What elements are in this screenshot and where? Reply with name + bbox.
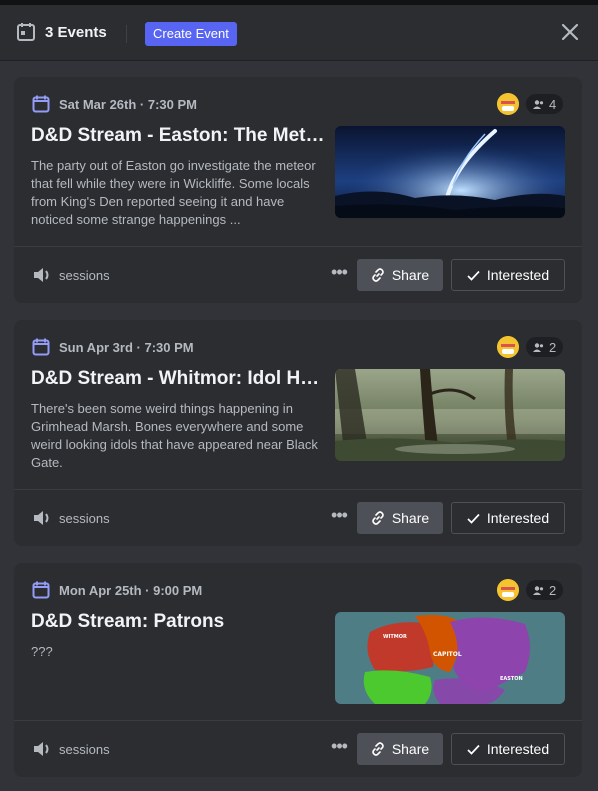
meteor-night-sky-image xyxy=(335,126,565,218)
share-button[interactable]: Share xyxy=(357,733,443,765)
events-header: 3 Events Create Event xyxy=(0,5,598,61)
people-icon xyxy=(533,342,544,352)
close-icon[interactable] xyxy=(558,20,582,44)
share-button[interactable]: Share xyxy=(357,502,443,534)
link-icon xyxy=(372,742,384,756)
more-options-button[interactable]: ••• xyxy=(329,506,349,529)
link-icon xyxy=(372,268,384,282)
avatar xyxy=(497,336,519,358)
interested-count-badge: 4 xyxy=(526,94,564,114)
map-label-center: CAPITOL xyxy=(433,651,462,658)
header-divider xyxy=(126,25,127,43)
channel-label[interactable]: sessions xyxy=(59,511,110,526)
event-card[interactable]: Mon Apr 25th · 9:00 PM D&D Stream: Patro… xyxy=(14,563,582,777)
event-description: There's been some weird things happening… xyxy=(31,401,318,470)
region-map-image: WITMOR CAPITOL EASTON xyxy=(335,612,565,704)
interested-count-badge: 2 xyxy=(526,580,564,600)
event-description: The party out of Easton go investigate t… xyxy=(31,158,316,227)
channel-label[interactable]: sessions xyxy=(59,268,110,283)
calendar-icon xyxy=(17,23,35,41)
event-date: Mon Apr 25th · 9:00 PM xyxy=(32,581,202,599)
calendar-icon xyxy=(32,581,50,599)
avatar xyxy=(497,93,519,115)
interested-button[interactable]: Interested xyxy=(451,733,565,765)
event-card[interactable]: Sat Mar 26th · 7:30 PM D&D Stream - East… xyxy=(14,77,582,303)
people-icon xyxy=(533,585,544,595)
event-title[interactable]: D&D Stream - Whitmor: Idol Hunt xyxy=(31,368,326,390)
create-event-button[interactable]: Create Event xyxy=(145,22,237,46)
stage-channel-icon xyxy=(34,268,49,282)
event-title[interactable]: D&D Stream - Easton: The Meteor xyxy=(31,125,326,147)
events-count: 3 Events xyxy=(45,24,107,41)
share-button[interactable]: Share xyxy=(357,259,443,291)
interested-button[interactable]: Interested xyxy=(451,259,565,291)
interested-button[interactable]: Interested xyxy=(451,502,565,534)
event-card[interactable]: Sun Apr 3rd · 7:30 PM D&D Stream - Whitm… xyxy=(14,320,582,546)
map-label-east: EASTON xyxy=(500,676,523,682)
check-icon xyxy=(467,270,480,281)
more-options-button[interactable]: ••• xyxy=(329,263,349,286)
check-icon xyxy=(467,744,480,755)
misty-swamp-image xyxy=(335,369,565,461)
people-icon xyxy=(533,99,544,109)
avatar xyxy=(497,579,519,601)
link-icon xyxy=(372,511,384,525)
calendar-icon xyxy=(32,338,50,356)
stage-channel-icon xyxy=(34,742,49,756)
interested-count-badge: 2 xyxy=(526,337,564,357)
more-options-button[interactable]: ••• xyxy=(329,737,349,760)
map-label-west: WITMOR xyxy=(383,634,407,640)
event-date: Sun Apr 3rd · 7:30 PM xyxy=(32,338,194,356)
event-date: Sat Mar 26th · 7:30 PM xyxy=(32,95,197,113)
event-title[interactable]: D&D Stream: Patrons xyxy=(31,611,326,633)
channel-label[interactable]: sessions xyxy=(59,742,110,757)
check-icon xyxy=(467,513,480,524)
stage-channel-icon xyxy=(34,511,49,525)
calendar-icon xyxy=(32,95,50,113)
event-description: ??? xyxy=(31,644,53,659)
